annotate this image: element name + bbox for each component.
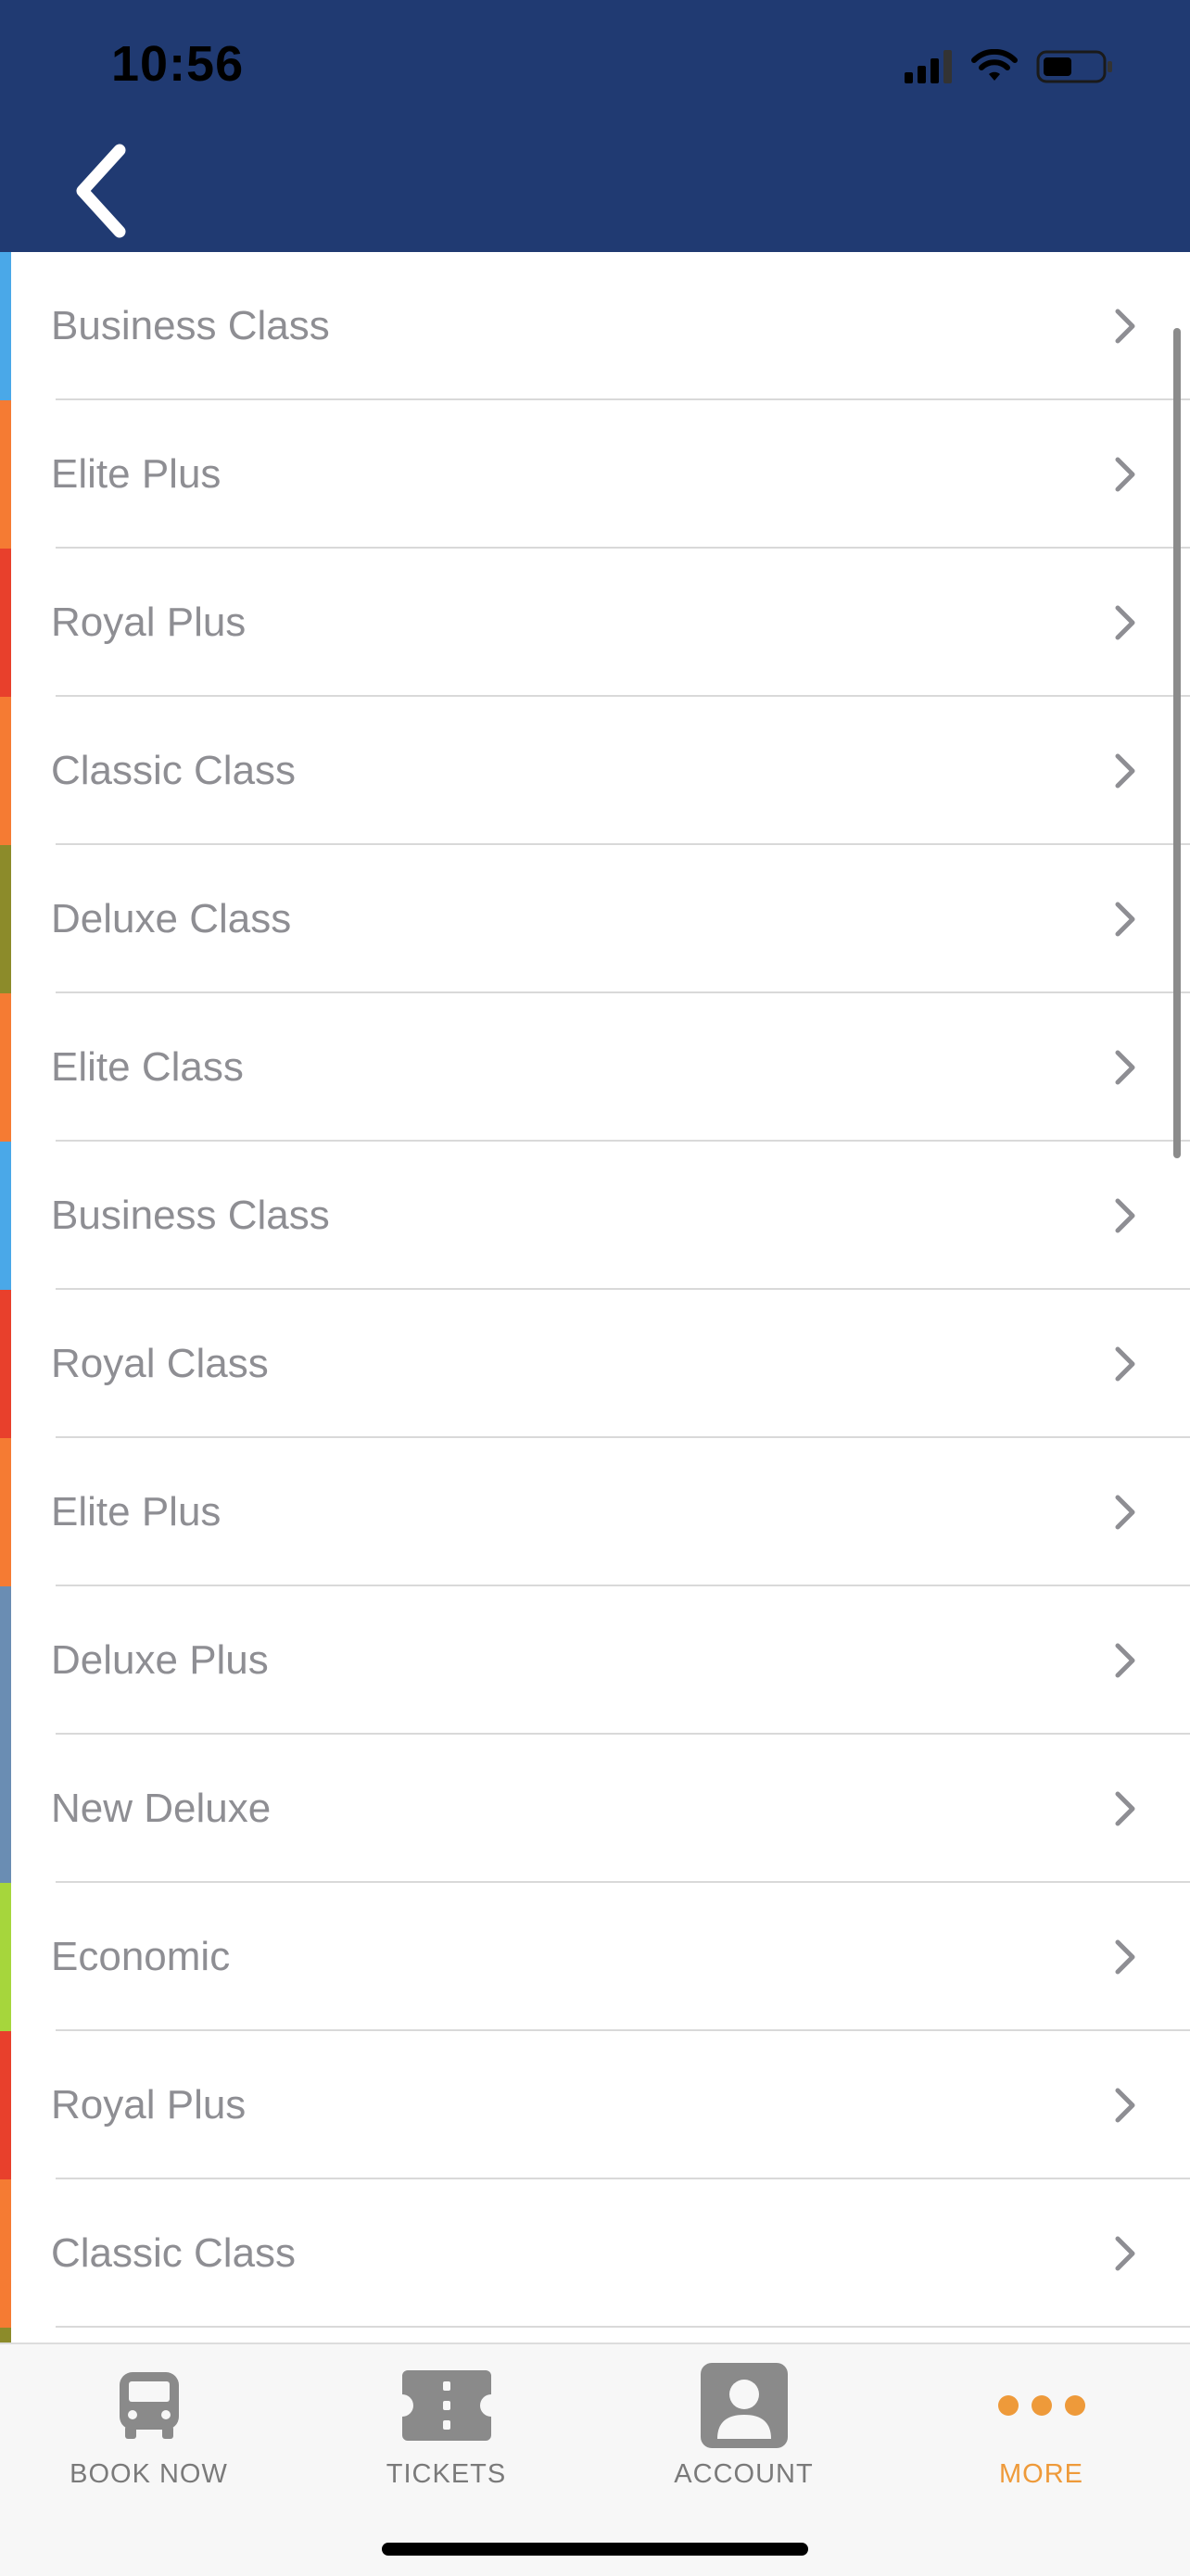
list-item-label: Deluxe Class: [51, 896, 292, 941]
list-item[interactable]: Deluxe Class: [0, 845, 1190, 993]
list-item-label: Royal Class: [51, 1341, 269, 1386]
list-item[interactable]: Elite Plus: [0, 1438, 1190, 1586]
class-color-stripe: [0, 2179, 11, 2328]
class-color-stripe: [0, 2328, 11, 2342]
chevron-right-icon: [1112, 899, 1138, 940]
list-item-label: Business Class: [51, 1193, 330, 1238]
class-color-stripe: [0, 1142, 11, 1290]
tab-bar: BOOK NOW TICKETS ACCOUNT MORE: [0, 2342, 1190, 2576]
list-item[interactable]: Elite Plus: [0, 400, 1190, 549]
chevron-right-icon: [1112, 1492, 1138, 1533]
chevron-right-icon: [1112, 454, 1138, 495]
ticket-icon: [400, 2368, 493, 2447]
chevron-right-icon: [1112, 1047, 1138, 1088]
tab-label-tickets: TICKETS: [386, 2459, 507, 2489]
list-item[interactable]: Classic Class: [0, 2179, 1190, 2328]
app-header: 10:56: [0, 0, 1190, 252]
list-item[interactable]: Business Class: [0, 1142, 1190, 1290]
tab-tickets[interactable]: TICKETS: [298, 2344, 595, 2502]
battery-icon: [1036, 48, 1114, 85]
chevron-right-icon: [1112, 751, 1138, 791]
wifi-icon: [971, 49, 1018, 84]
bus-icon: [116, 2370, 183, 2445]
list-item[interactable]: Business Class: [0, 252, 1190, 400]
list-item[interactable]: Royal Class: [0, 1290, 1190, 1438]
class-color-stripe: [0, 549, 11, 697]
list-item-label: Classic Class: [51, 2230, 297, 2276]
chevron-right-icon: [1112, 2233, 1138, 2274]
cellular-signal-icon: [905, 50, 955, 83]
chevron-right-icon: [1112, 1195, 1138, 1236]
home-indicator: [382, 2543, 808, 2556]
list-item[interactable]: New Deluxe: [0, 1735, 1190, 1883]
tab-label-more: MORE: [999, 2459, 1083, 2489]
list-item[interactable]: Royal Plus: [0, 549, 1190, 697]
list-item-label: Classic Class: [51, 748, 297, 793]
class-color-stripe: [0, 2031, 11, 2179]
list-item[interactable]: Economic: [0, 1883, 1190, 2031]
status-icons: [905, 44, 1114, 89]
list-item-label: Deluxe Plus: [51, 1637, 269, 1683]
class-color-stripe: [0, 400, 11, 549]
list-item[interactable]: Elite Class: [0, 993, 1190, 1142]
list-item-label: Royal Plus: [51, 2082, 247, 2128]
list-item[interactable]: Royal Plus: [0, 2031, 1190, 2179]
back-button[interactable]: [56, 137, 148, 248]
chevron-left-icon: [71, 143, 133, 244]
chevron-right-icon: [1112, 2085, 1138, 2126]
class-color-stripe: [0, 697, 11, 845]
chevron-right-icon: [1112, 1640, 1138, 1681]
account-icon: [699, 2361, 790, 2455]
list-item-label: New Deluxe: [51, 1786, 272, 1831]
class-color-stripe: [0, 252, 11, 400]
class-list[interactable]: Business Class Elite Plus Royal Plus Classi…: [0, 252, 1190, 2342]
list-item-label: Elite Plus: [51, 451, 222, 497]
list-item[interactable]: [0, 2328, 1190, 2342]
list-item-label: Royal Plus: [51, 600, 247, 645]
class-color-stripe: [0, 845, 11, 993]
tab-label-account: ACCOUNT: [674, 2459, 814, 2489]
list-item-label: Economic: [51, 1934, 231, 1979]
class-color-stripe: [0, 1586, 11, 1735]
list-item-label: Business Class: [51, 303, 330, 348]
more-dots-icon: [995, 2392, 1088, 2424]
scrollbar[interactable]: [1173, 328, 1181, 1158]
class-color-stripe: [0, 1290, 11, 1438]
list-item[interactable]: Deluxe Plus: [0, 1586, 1190, 1735]
list-item[interactable]: Classic Class: [0, 697, 1190, 845]
tab-account[interactable]: ACCOUNT: [595, 2344, 892, 2502]
tab-label-book-now: BOOK NOW: [70, 2459, 228, 2489]
status-time: 10:56: [111, 36, 245, 92]
class-color-stripe: [0, 1735, 11, 1883]
class-color-stripe: [0, 1438, 11, 1586]
class-color-stripe: [0, 993, 11, 1142]
list-item-label: Elite Class: [51, 1044, 244, 1090]
list-item-label: Elite Plus: [51, 1489, 222, 1534]
chevron-right-icon: [1112, 1788, 1138, 1829]
chevron-right-icon: [1112, 1937, 1138, 1977]
chevron-right-icon: [1112, 602, 1138, 643]
chevron-right-icon: [1112, 1344, 1138, 1384]
class-color-stripe: [0, 1883, 11, 2031]
chevron-right-icon: [1112, 306, 1138, 347]
tab-book-now[interactable]: BOOK NOW: [0, 2344, 298, 2502]
tab-more[interactable]: MORE: [892, 2344, 1190, 2502]
